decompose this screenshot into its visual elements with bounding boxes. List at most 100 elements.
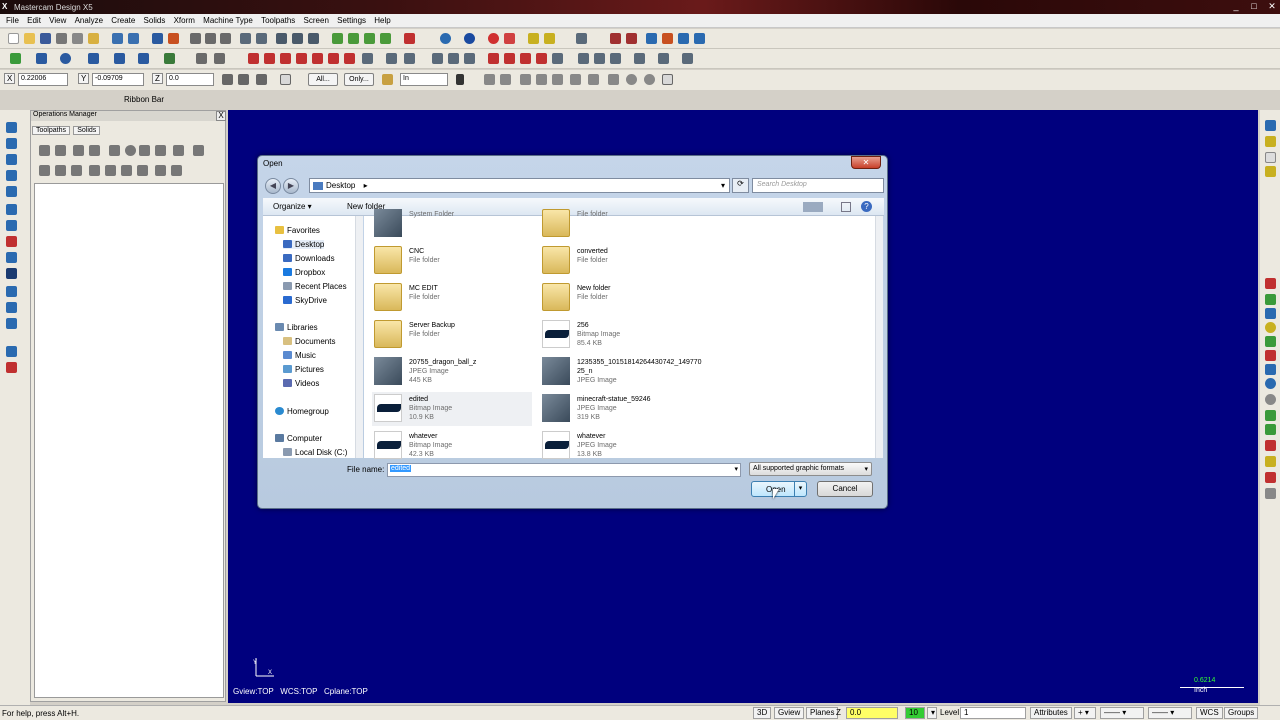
wand-icon[interactable] bbox=[544, 33, 555, 44]
x-coord-field[interactable]: 0.22006 bbox=[18, 73, 68, 86]
toggle-post-icon[interactable] bbox=[71, 165, 82, 176]
nav-pictures[interactable]: Pictures bbox=[283, 365, 324, 374]
nav-downloads[interactable]: Downloads bbox=[283, 254, 335, 263]
level-field[interactable]: 1 bbox=[960, 707, 1026, 719]
ops-tree-icon[interactable] bbox=[171, 165, 182, 176]
backplot-icon[interactable] bbox=[504, 33, 515, 44]
color-dropdown-icon[interactable]: ▾ bbox=[927, 707, 937, 719]
planes-button[interactable]: Planes bbox=[806, 707, 839, 719]
window-select-icon[interactable] bbox=[484, 74, 495, 85]
solid-sweep-icon[interactable] bbox=[364, 33, 375, 44]
nav-local-disk[interactable]: Local Disk (C:) bbox=[283, 448, 347, 457]
clear-select-icon[interactable] bbox=[626, 74, 637, 85]
menu-help[interactable]: Help bbox=[374, 14, 390, 25]
help-icon[interactable]: ? bbox=[861, 201, 872, 212]
rectangle-icon[interactable] bbox=[88, 53, 99, 64]
polygon-select-icon[interactable] bbox=[500, 74, 511, 85]
chain-select-icon[interactable] bbox=[552, 74, 563, 85]
xform-array-icon[interactable] bbox=[328, 53, 339, 64]
wire-icon[interactable] bbox=[594, 53, 605, 64]
delete-icon[interactable] bbox=[626, 33, 637, 44]
file-name-dropdown-icon[interactable]: ▾ bbox=[734, 465, 738, 473]
menu-create[interactable]: Create bbox=[111, 14, 135, 25]
mrs-icon-9[interactable] bbox=[1265, 394, 1276, 405]
mrs-icon-12[interactable] bbox=[1265, 440, 1276, 451]
dialog-close-button[interactable]: ✕ bbox=[851, 156, 881, 169]
menu-machine-type[interactable]: Machine Type bbox=[203, 14, 253, 25]
paste-icon[interactable] bbox=[88, 33, 99, 44]
fixture-icon[interactable] bbox=[634, 53, 645, 64]
view-manager-icon[interactable] bbox=[1265, 120, 1276, 131]
fast-point-icon[interactable] bbox=[222, 74, 233, 85]
nav-dropbox[interactable]: Dropbox bbox=[283, 268, 325, 277]
solid-revolve-icon[interactable] bbox=[348, 33, 359, 44]
point-style-select[interactable]: + ▾ bbox=[1074, 707, 1096, 719]
undo-icon[interactable] bbox=[112, 33, 123, 44]
mirror-icon[interactable] bbox=[646, 33, 657, 44]
toolpath-tool-4-icon[interactable] bbox=[6, 170, 17, 181]
toolpath-face-icon[interactable] bbox=[536, 53, 547, 64]
xform-stretch-icon[interactable] bbox=[344, 53, 355, 64]
select-dirty-icon[interactable] bbox=[55, 145, 66, 156]
wcs-button[interactable]: WCS bbox=[1196, 707, 1223, 719]
grid-icon[interactable] bbox=[386, 53, 397, 64]
tab-toolpaths[interactable]: Toolpaths bbox=[32, 126, 70, 135]
mrs-icon-14[interactable] bbox=[1265, 472, 1276, 483]
trim-icon[interactable] bbox=[196, 53, 207, 64]
edge-select-icon[interactable] bbox=[608, 74, 619, 85]
nav-favorites[interactable]: Favorites bbox=[275, 226, 320, 235]
redo-icon[interactable] bbox=[128, 33, 139, 44]
analyze-icon[interactable] bbox=[610, 33, 621, 44]
file-item[interactable]: 20755_dragon_ball_z JPEG Image 445 KB bbox=[372, 355, 532, 389]
toolpath-tool-10-icon[interactable] bbox=[6, 268, 17, 279]
spline-icon[interactable] bbox=[164, 53, 175, 64]
insert-arrow-icon[interactable] bbox=[121, 165, 132, 176]
menu-file[interactable]: File bbox=[6, 14, 19, 25]
nav-videos[interactable]: Videos bbox=[283, 379, 319, 388]
refresh-button[interactable]: ⟳ bbox=[732, 178, 749, 193]
close-ops-manager-button[interactable]: X bbox=[216, 111, 226, 121]
cut-icon[interactable] bbox=[72, 33, 83, 44]
nav-libraries[interactable]: Libraries bbox=[275, 323, 318, 332]
toolpath-drill-icon[interactable] bbox=[520, 53, 531, 64]
nav-homegroup[interactable]: Homegroup bbox=[275, 407, 329, 416]
plane-icon[interactable] bbox=[1265, 136, 1276, 147]
autocursor-icon[interactable] bbox=[238, 74, 249, 85]
mode-3d-button[interactable]: 3D bbox=[753, 707, 772, 719]
nav-recent-places[interactable]: Recent Places bbox=[283, 282, 347, 291]
file-type-select[interactable]: All supported graphic formats ▾ bbox=[749, 462, 872, 476]
menu-edit[interactable]: Edit bbox=[27, 14, 41, 25]
file-item[interactable]: whatever Bitmap Image 42.3 KB bbox=[372, 429, 532, 463]
mrs-icon-3[interactable] bbox=[1265, 308, 1276, 319]
body-select-icon[interactable] bbox=[644, 74, 655, 85]
menu-solids[interactable]: Solids bbox=[144, 14, 166, 25]
forward-button[interactable]: ▶ bbox=[283, 178, 299, 194]
backplot-ops-icon[interactable] bbox=[109, 145, 120, 156]
area-select-icon[interactable] bbox=[536, 74, 547, 85]
menu-xform[interactable]: Xform bbox=[174, 14, 195, 25]
select-help-icon[interactable] bbox=[662, 74, 673, 85]
toolpath-tool-12-icon[interactable] bbox=[6, 302, 17, 313]
toolpath-tool-11-icon[interactable] bbox=[6, 286, 17, 297]
file-item[interactable]: whatever JPEG Image 13.8 KB bbox=[540, 429, 700, 463]
address-bar[interactable]: Desktop ▸ ▾ bbox=[309, 178, 730, 193]
move-down-icon[interactable] bbox=[89, 165, 100, 176]
minimize-button[interactable]: _ bbox=[1228, 0, 1244, 12]
select-only-button[interactable]: Only... bbox=[344, 73, 374, 86]
zoom-in-icon[interactable] bbox=[205, 33, 216, 44]
file-item[interactable]: 256 Bitmap Image 85.4 KB bbox=[540, 318, 700, 352]
mrs-icon-2[interactable] bbox=[1265, 294, 1276, 305]
view-front-icon[interactable] bbox=[256, 33, 267, 44]
wireframe-icon[interactable] bbox=[292, 33, 303, 44]
mrs-icon-4[interactable] bbox=[1265, 322, 1276, 333]
sheet-icon[interactable] bbox=[1265, 152, 1276, 163]
mrs-icon-13[interactable] bbox=[1265, 456, 1276, 467]
xform-translate-icon[interactable] bbox=[248, 53, 259, 64]
single-display-icon[interactable] bbox=[155, 165, 166, 176]
scroll-icon[interactable] bbox=[137, 165, 148, 176]
toggle-display-icon[interactable] bbox=[55, 165, 66, 176]
file-item[interactable]: Server Backup File folder bbox=[372, 318, 532, 352]
highfeed-icon[interactable] bbox=[155, 145, 166, 156]
tab-solids[interactable]: Solids bbox=[73, 126, 101, 135]
point-icon[interactable] bbox=[10, 53, 21, 64]
